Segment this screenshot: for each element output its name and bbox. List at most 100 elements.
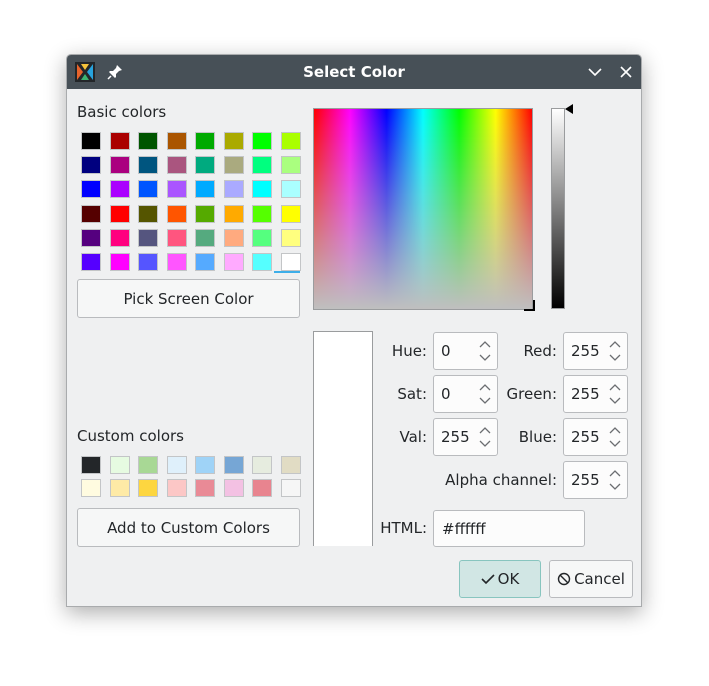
html-label: HTML:: [380, 519, 427, 537]
hue-label: Hue:: [391, 342, 427, 360]
basic-color-swatch[interactable]: [195, 204, 215, 223]
custom-color-swatch[interactable]: [81, 479, 101, 497]
hue-value: 0: [441, 342, 451, 360]
alpha-value: 255: [571, 471, 600, 489]
close-icon[interactable]: [617, 63, 635, 81]
ok-label: OK: [497, 570, 520, 588]
basic-color-swatch[interactable]: [166, 228, 187, 247]
basic-color-swatch[interactable]: [166, 253, 187, 271]
basic-color-swatch[interactable]: [81, 180, 101, 199]
basic-color-swatch[interactable]: [109, 156, 130, 175]
custom-color-swatch[interactable]: [138, 479, 158, 497]
basic-color-swatch[interactable]: [223, 253, 244, 271]
basic-color-swatch[interactable]: [109, 180, 130, 199]
basic-color-swatch[interactable]: [252, 180, 272, 199]
alpha-label: Alpha channel:: [445, 471, 557, 489]
basic-color-swatch[interactable]: [195, 180, 215, 199]
luminance-pointer[interactable]: [565, 104, 573, 114]
custom-color-swatch[interactable]: [195, 456, 215, 474]
spectrum-crosshair[interactable]: [523, 299, 535, 311]
custom-color-swatch[interactable]: [166, 479, 187, 497]
basic-color-swatch[interactable]: [223, 132, 244, 150]
cancel-label: Cancel: [574, 570, 625, 588]
basic-color-swatch[interactable]: [109, 228, 130, 247]
custom-color-swatch[interactable]: [81, 456, 101, 474]
custom-color-swatch[interactable]: [166, 456, 187, 474]
basic-color-swatch[interactable]: [223, 204, 244, 223]
basic-color-swatch[interactable]: [280, 204, 301, 223]
basic-color-swatch[interactable]: [138, 228, 158, 247]
custom-color-swatch[interactable]: [280, 479, 301, 497]
red-spinbox[interactable]: 255: [563, 332, 628, 370]
custom-color-swatch[interactable]: [109, 479, 130, 497]
basic-color-swatch[interactable]: [252, 132, 272, 150]
color-preview: [313, 331, 373, 546]
basic-color-swatch[interactable]: [223, 156, 244, 175]
basic-color-swatch[interactable]: [195, 253, 215, 271]
basic-color-swatch[interactable]: [166, 180, 187, 199]
green-spinbox[interactable]: 255: [563, 375, 628, 413]
val-value: 255: [441, 428, 470, 446]
basic-color-swatch[interactable]: [280, 180, 301, 199]
basic-color-swatch[interactable]: [223, 180, 244, 199]
basic-color-swatch[interactable]: [223, 228, 244, 247]
html-input[interactable]: #ffffff: [433, 510, 585, 547]
basic-color-swatch[interactable]: [138, 204, 158, 223]
custom-color-swatch[interactable]: [223, 479, 244, 497]
basic-color-swatch[interactable]: [138, 253, 158, 271]
up-down-arrows-icon[interactable]: [609, 340, 621, 362]
basic-color-swatch[interactable]: [166, 156, 187, 175]
custom-color-swatch[interactable]: [223, 456, 244, 474]
red-label: Red:: [523, 342, 557, 360]
basic-color-swatch[interactable]: [81, 253, 101, 271]
basic-color-swatch[interactable]: [280, 253, 301, 271]
basic-color-swatch[interactable]: [280, 228, 301, 247]
ok-button[interactable]: OK: [459, 560, 541, 598]
add-custom-colors-button[interactable]: Add to Custom Colors: [77, 508, 300, 547]
basic-color-swatch[interactable]: [195, 228, 215, 247]
basic-color-swatch[interactable]: [166, 204, 187, 223]
basic-color-swatch[interactable]: [81, 204, 101, 223]
custom-color-swatch[interactable]: [252, 456, 272, 474]
basic-color-swatch[interactable]: [81, 228, 101, 247]
basic-color-swatch[interactable]: [109, 204, 130, 223]
basic-colors-label: Basic colors: [77, 103, 167, 121]
up-down-arrows-icon[interactable]: [609, 383, 621, 405]
up-down-arrows-icon[interactable]: [609, 426, 621, 448]
chevron-down-icon[interactable]: [586, 63, 604, 81]
custom-color-swatch[interactable]: [280, 456, 301, 474]
basic-color-swatch[interactable]: [138, 132, 158, 150]
hue-saturation-spectrum[interactable]: [313, 108, 533, 310]
custom-color-swatch[interactable]: [109, 456, 130, 474]
custom-color-swatch[interactable]: [138, 456, 158, 474]
green-value: 255: [571, 385, 600, 403]
custom-colors-label: Custom colors: [77, 427, 184, 445]
custom-color-swatch[interactable]: [195, 479, 215, 497]
checkmark-icon: [481, 574, 495, 585]
alpha-spinbox[interactable]: 255: [563, 461, 628, 499]
luminance-slider[interactable]: [551, 108, 565, 309]
pick-screen-color-button[interactable]: Pick Screen Color: [77, 279, 300, 318]
sat-label: Sat:: [397, 385, 427, 403]
basic-color-swatch[interactable]: [109, 253, 130, 271]
basic-color-swatch[interactable]: [252, 204, 272, 223]
up-down-arrows-icon[interactable]: [609, 469, 621, 491]
basic-color-swatch[interactable]: [252, 228, 272, 247]
basic-color-swatch[interactable]: [280, 156, 301, 175]
cancel-button[interactable]: Cancel: [549, 560, 633, 598]
basic-color-swatch[interactable]: [280, 132, 301, 150]
basic-color-swatch[interactable]: [138, 180, 158, 199]
basic-color-swatch[interactable]: [81, 132, 101, 150]
basic-color-swatch[interactable]: [195, 156, 215, 175]
basic-color-swatch[interactable]: [252, 156, 272, 175]
basic-color-swatch[interactable]: [195, 132, 215, 150]
basic-color-swatch[interactable]: [252, 253, 272, 271]
val-label: Val:: [399, 428, 427, 446]
blue-spinbox[interactable]: 255: [563, 418, 628, 456]
cancel-icon: [557, 572, 571, 586]
basic-color-swatch[interactable]: [166, 132, 187, 150]
basic-color-swatch[interactable]: [138, 156, 158, 175]
custom-color-swatch[interactable]: [252, 479, 272, 497]
basic-color-swatch[interactable]: [81, 156, 101, 175]
basic-color-swatch[interactable]: [109, 132, 130, 150]
